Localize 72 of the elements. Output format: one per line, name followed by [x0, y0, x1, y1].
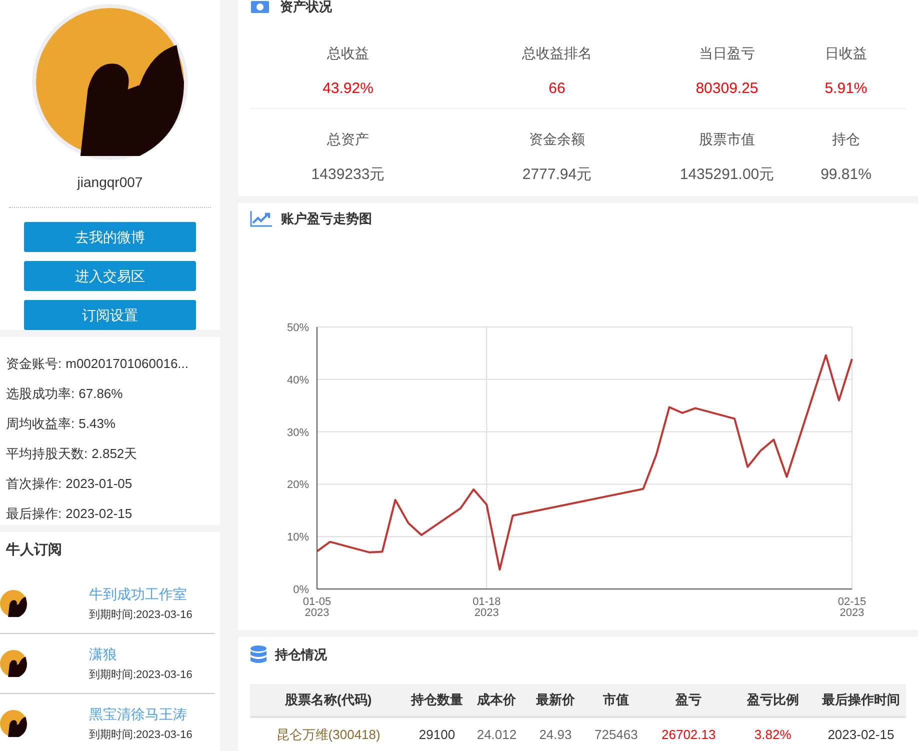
metric-label: 总收益排名 [522, 44, 592, 63]
subscription-link[interactable]: 牛到成功工作室 [89, 584, 192, 605]
section-title: 牛人订阅 [5, 540, 63, 559]
stat-label: 选股成功率: [6, 385, 75, 404]
metric-label: 持仓 [832, 130, 860, 149]
stat-value: m00201701060016... [66, 355, 189, 374]
section-title: 资产状况 [280, 0, 332, 16]
metric-value: 1439233元 [311, 165, 385, 185]
metric-label: 当日盈亏 [699, 44, 755, 63]
table-cell-text: 2023-02-15 [826, 726, 896, 744]
subscription-link[interactable]: 潇狼 [89, 644, 192, 665]
metric-label: 总收益 [327, 44, 369, 63]
avatar-drawing [0, 710, 27, 737]
axis-label: 30% [286, 426, 309, 438]
stat-value: 5.43% [78, 415, 116, 434]
column-header: 市值 [602, 691, 630, 710]
metric-value: 66 [548, 79, 566, 99]
table-cell-text: 29100 [418, 726, 456, 744]
stat-value: 2023-02-15 [66, 505, 132, 524]
stat-label: 首次操作: [6, 475, 62, 494]
table-cell-text: 26702.13 [660, 726, 717, 744]
table-cell-text: 725463 [593, 726, 639, 744]
metric-value: 99.81% [820, 165, 872, 185]
axis-label: 0% [293, 584, 309, 596]
metric-value: 5.91% [824, 79, 868, 99]
axis-label: 01-18 2023 [472, 596, 501, 618]
column-header: 成本价 [476, 691, 518, 710]
column-header: 盈亏比例 [746, 691, 800, 710]
table-cell-text: 24.93 [538, 726, 573, 744]
axis-label: 10% [286, 531, 309, 544]
stat-label: 最后操作: [6, 505, 62, 524]
action-button[interactable]: 去我的微博 [24, 222, 196, 252]
avatar-drawing [0, 650, 27, 677]
column-header: 持仓数量 [410, 691, 464, 710]
table-cell-text: 3.82% [753, 726, 792, 744]
table-cell-text: 24.012 [476, 726, 518, 744]
metric-label: 资金余额 [529, 130, 585, 149]
metric-value: 80309.25 [696, 79, 758, 99]
axis-label: 20% [286, 478, 309, 491]
stat-value: 2.852天 [92, 445, 138, 464]
line-chart-icon [250, 210, 273, 228]
column-header: 盈亏 [674, 691, 703, 710]
axis-label: 50% [286, 322, 309, 334]
expiry-date: 到期时间:2023-03-16 [89, 608, 192, 623]
table-cell-text: 昆仑万维(300418) [275, 726, 382, 744]
metric-value: 2777.94元 [522, 165, 592, 185]
stat-label: 资金账号: [6, 355, 62, 374]
action-button[interactable]: 订阅设置 [24, 300, 196, 330]
stat-value: 67.86% [78, 385, 123, 404]
stat-label: 周均收益率: [6, 415, 75, 434]
column-header: 最后操作时间 [820, 691, 901, 710]
avatar-drawing [0, 590, 27, 617]
expiry-date: 到期时间:2023-03-16 [89, 728, 192, 743]
column-header: 最新价 [534, 691, 576, 710]
expiry-date: 到期时间:2023-03-16 [89, 668, 192, 683]
stat-label: 平均持股天数: [6, 445, 88, 464]
section-title: 账户盈亏走势图 [281, 210, 372, 228]
column-header: 股票名称(代码) [284, 691, 373, 710]
metric-value: 43.92% [322, 79, 374, 99]
metric-label: 总资产 [327, 130, 369, 149]
axis-label: 02-15 2023 [838, 596, 866, 618]
action-button[interactable]: 进入交易区 [24, 261, 196, 291]
section-title: 持仓情况 [275, 646, 327, 664]
database-icon [250, 645, 267, 665]
stat-value: 2023-01-05 [66, 475, 132, 494]
axis-label: 01-05 2023 [302, 596, 332, 618]
subscription-link[interactable]: 黑宝清徐马王涛 [89, 704, 192, 725]
metric-label: 股票市值 [699, 130, 755, 149]
axis-label: 40% [286, 374, 309, 386]
username: jiangqr007 [77, 173, 143, 192]
metric-value: 1435291.00元 [680, 165, 774, 185]
metric-label: 日收益 [825, 44, 867, 63]
